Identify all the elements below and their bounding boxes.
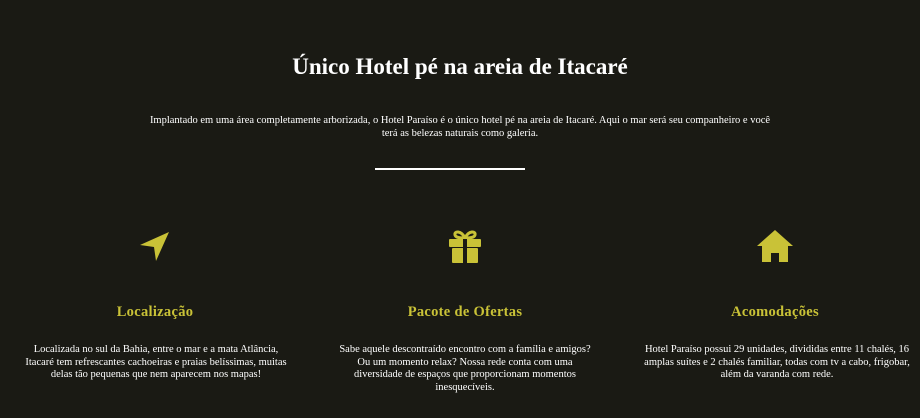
title-divider — [375, 168, 525, 170]
feature-text: Localizada no sul da Bahia, entre o mar … — [25, 344, 287, 380]
feature-title: Acomodações — [731, 304, 819, 320]
feature-text: Hotel Paraíso possui 29 unidades, dividi… — [644, 344, 910, 380]
home-icon — [755, 226, 795, 266]
location-arrow-icon — [135, 226, 175, 266]
feature-localizacao: Localização Localizada no sul da Bahia, … — [5, 226, 305, 380]
feature-text: Sabe aquele descontraído encontro com a … — [339, 344, 591, 393]
page-title: Único Hotel pé na areia de Itacaré — [292, 54, 628, 79]
feature-title: Localização — [116, 304, 194, 320]
gift-icon — [445, 226, 485, 266]
feature-acomodacoes: Acomodações Hotel Paraíso possui 29 unid… — [625, 226, 920, 380]
feature-title: Pacote de Ofertas — [407, 304, 523, 320]
hero-description: Implantado em uma área completamente arb… — [149, 115, 771, 139]
feature-pacote-ofertas: Pacote de Ofertas Sabe aquele descontraí… — [315, 226, 615, 393]
